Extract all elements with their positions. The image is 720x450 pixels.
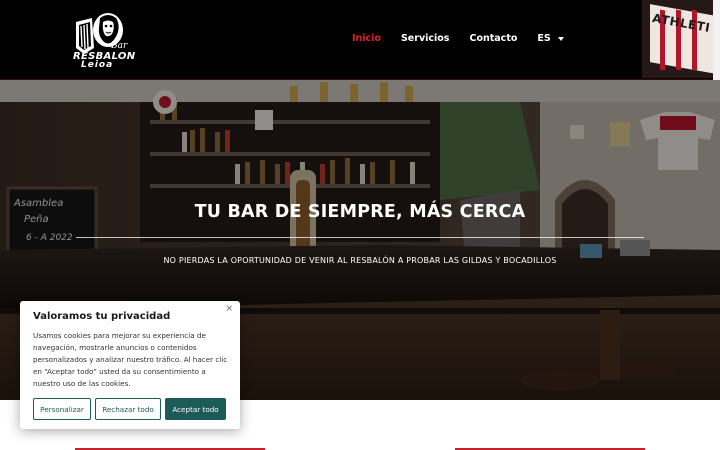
site-header: Bar RESBALON Leioa Inicio Servicios Cont…: [0, 0, 720, 80]
close-icon[interactable]: ×: [225, 304, 233, 314]
page-edge: [713, 0, 720, 80]
chevron-down-icon: [557, 36, 564, 41]
nav-item-inicio[interactable]: Inicio: [352, 33, 381, 44]
page: Bar RESBALON Leioa Inicio Servicios Cont…: [0, 0, 720, 450]
logo-bar-text: Bar: [111, 41, 128, 51]
logo-place-text: Leioa: [81, 60, 114, 70]
nav-item-servicios[interactable]: Servicios: [401, 33, 450, 44]
language-label: ES: [537, 33, 551, 44]
hero-subtitle: NO PIERDAS LA OPORTUNIDAD DE VENIR AL RE…: [163, 256, 557, 265]
customize-button[interactable]: Personalizar: [33, 398, 91, 420]
main-nav: Inicio Servicios Contacto ES: [352, 33, 564, 44]
language-selector[interactable]: ES: [537, 33, 564, 44]
nav-item-contacto[interactable]: Contacto: [469, 33, 517, 44]
cookie-actions: Personalizar Rechazar todo Aceptar todo: [33, 398, 230, 420]
logo-wordmark: Bar RESBALON Leioa: [73, 42, 135, 70]
hero-title: TU BAR DE SIEMPRE, MÁS CERCA: [194, 202, 526, 222]
hero-divider: [76, 237, 644, 238]
cookie-description: Usamos cookies para mejorar su experienc…: [33, 331, 228, 388]
cookie-consent-dialog: × Valoramos tu privacidad Usamos cookies…: [20, 301, 240, 429]
reject-all-button[interactable]: Rechazar todo: [95, 398, 161, 420]
accept-all-button[interactable]: Aceptar todo: [165, 398, 226, 420]
header-photo: ATHLETI: [642, 0, 714, 78]
cookie-title: Valoramos tu privacidad: [33, 311, 171, 322]
